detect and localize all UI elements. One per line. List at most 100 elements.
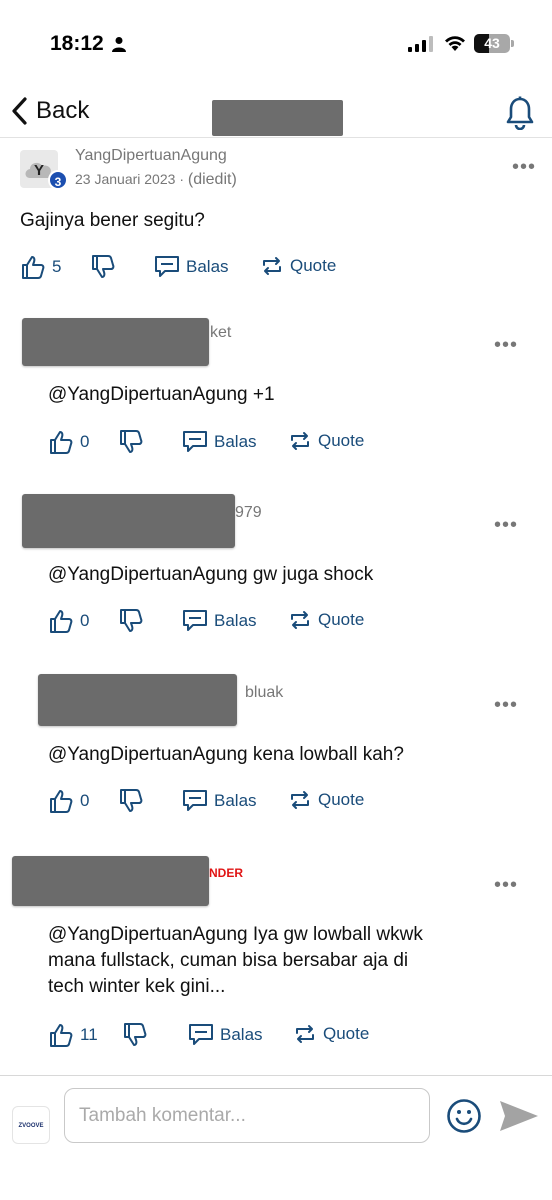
signal-icon [408, 36, 433, 52]
back-label: Back [36, 97, 90, 124]
like-count: 11 [80, 1025, 98, 1044]
quote-icon [291, 791, 309, 809]
send-icon [500, 1101, 538, 1131]
thumbs-up-icon [22, 256, 45, 279]
redacted-author [12, 856, 209, 906]
comment-actions: 5 Balas Quote [20, 254, 420, 284]
thumbs-up-icon [50, 610, 73, 633]
edited-label: (diedit) [187, 171, 237, 188]
more-icon[interactable]: ••• [494, 515, 518, 535]
send-button[interactable] [498, 1099, 540, 1138]
quote-label: Quote [290, 256, 337, 275]
comment-text: Gajinya bener segitu? [20, 210, 205, 231]
redacted-author [22, 494, 235, 548]
quote-icon [263, 257, 281, 275]
like-button[interactable]: 5 [20, 254, 61, 280]
nav-bar: Back [0, 88, 552, 138]
quote-button[interactable]: Quote [260, 254, 336, 278]
comment-text-line: tech winter kek gini... [48, 976, 226, 997]
comment: ket ••• @YangDipertuanAgung +1 0 Balas Q… [0, 300, 552, 480]
comment-actions: 11 Balas Quote [48, 1022, 448, 1052]
reply-label: Balas [220, 1025, 263, 1044]
thumbs-up-icon [50, 1024, 73, 1047]
reply-button[interactable]: Balas [182, 429, 257, 455]
brand-logo: ZVOOVE [12, 1106, 50, 1144]
comment: Y 3 YangDipertuanAgung 23 Januari 2023 ·… [0, 140, 552, 300]
redacted-title [212, 100, 343, 136]
reply-label: Balas [214, 432, 257, 451]
reply-icon [155, 256, 179, 277]
redacted-author [22, 318, 209, 366]
comment-author-suffix: bluak [245, 684, 284, 701]
more-icon[interactable]: ••• [494, 335, 518, 355]
comment: NDER ••• @YangDipertuanAgung Iya gw lowb… [0, 840, 552, 1070]
quote-label: Quote [323, 1024, 370, 1043]
thumbs-up-icon [50, 431, 73, 454]
comment-author-suffix: 979 [235, 504, 262, 521]
like-button[interactable]: 0 [48, 788, 89, 814]
like-button[interactable]: 11 [48, 1022, 98, 1048]
notification-button[interactable] [505, 96, 535, 135]
dislike-button[interactable] [90, 254, 116, 280]
comment-text-line: @YangDipertuanAgung Iya gw lowball wkwk [48, 924, 423, 945]
dislike-button[interactable] [118, 608, 144, 634]
quote-button[interactable]: Quote [288, 608, 364, 632]
thumbs-down-icon [92, 255, 115, 278]
comment-text: @YangDipertuanAgung gw juga shock [48, 564, 374, 585]
quote-label: Quote [318, 431, 365, 450]
quote-label: Quote [318, 790, 365, 809]
comment-actions: 0 Balas Quote [48, 608, 448, 638]
more-icon[interactable]: ••• [512, 157, 536, 177]
like-count: 5 [52, 257, 62, 276]
comment-author-suffix: NDER [209, 866, 244, 880]
emoji-icon [447, 1099, 481, 1133]
more-icon[interactable]: ••• [494, 875, 518, 895]
comment-text-line: mana fullstack, cuman bisa bersabar aja … [48, 950, 409, 971]
dislike-button[interactable] [118, 788, 144, 814]
dislike-button[interactable] [118, 429, 144, 455]
comment: bluak ••• @YangDipertuanAgung kena lowba… [0, 660, 552, 840]
battery-tip [511, 40, 514, 47]
emoji-button[interactable] [446, 1098, 482, 1139]
comment: 979 ••• @YangDipertuanAgung gw juga shoc… [0, 480, 552, 660]
comment-text: @YangDipertuanAgung kena lowball kah? [48, 744, 404, 765]
back-button[interactable]: Back [10, 96, 89, 126]
comment-actions: 0 Balas Quote [48, 788, 448, 818]
level-badge: 3 [48, 170, 68, 190]
thumbs-down-icon [124, 1023, 147, 1046]
like-button[interactable]: 0 [48, 429, 89, 455]
thumbs-down-icon [120, 609, 143, 632]
reply-icon [189, 1024, 213, 1045]
comment-actions: 0 Balas Quote [48, 429, 448, 459]
reply-label: Balas [186, 257, 229, 276]
like-count: 0 [80, 432, 90, 451]
status-bar: 18:12 43 [0, 0, 552, 88]
comment-author[interactable]: YangDipertuanAgung [75, 147, 227, 165]
reply-button[interactable]: Balas [182, 788, 257, 814]
reply-icon [183, 431, 207, 452]
reply-button[interactable]: Balas [154, 254, 229, 280]
dislike-button[interactable] [122, 1022, 148, 1048]
reply-icon [183, 790, 207, 811]
battery-icon: 43 [474, 34, 510, 53]
wifi-icon [445, 36, 465, 51]
meta-separator: · [179, 171, 184, 187]
comment-text: @YangDipertuanAgung +1 [48, 384, 275, 405]
like-button[interactable]: 0 [48, 608, 89, 634]
comment-composer: ZVOOVE [0, 1075, 552, 1200]
reply-label: Balas [214, 791, 257, 810]
quote-button[interactable]: Quote [288, 788, 364, 812]
comment-input[interactable] [64, 1088, 430, 1143]
like-count: 0 [80, 791, 90, 810]
quote-icon [296, 1025, 314, 1043]
person-icon [112, 37, 126, 52]
more-icon[interactable]: ••• [494, 695, 518, 715]
quote-button[interactable]: Quote [288, 429, 364, 453]
reply-button[interactable]: Balas [182, 608, 257, 634]
redacted-author [38, 674, 237, 726]
thumbs-down-icon [120, 430, 143, 453]
reply-icon [183, 610, 207, 631]
comment-meta: 23 Januari 2023 · (diedit) [75, 171, 237, 189]
quote-button[interactable]: Quote [293, 1022, 369, 1046]
reply-button[interactable]: Balas [188, 1022, 263, 1048]
